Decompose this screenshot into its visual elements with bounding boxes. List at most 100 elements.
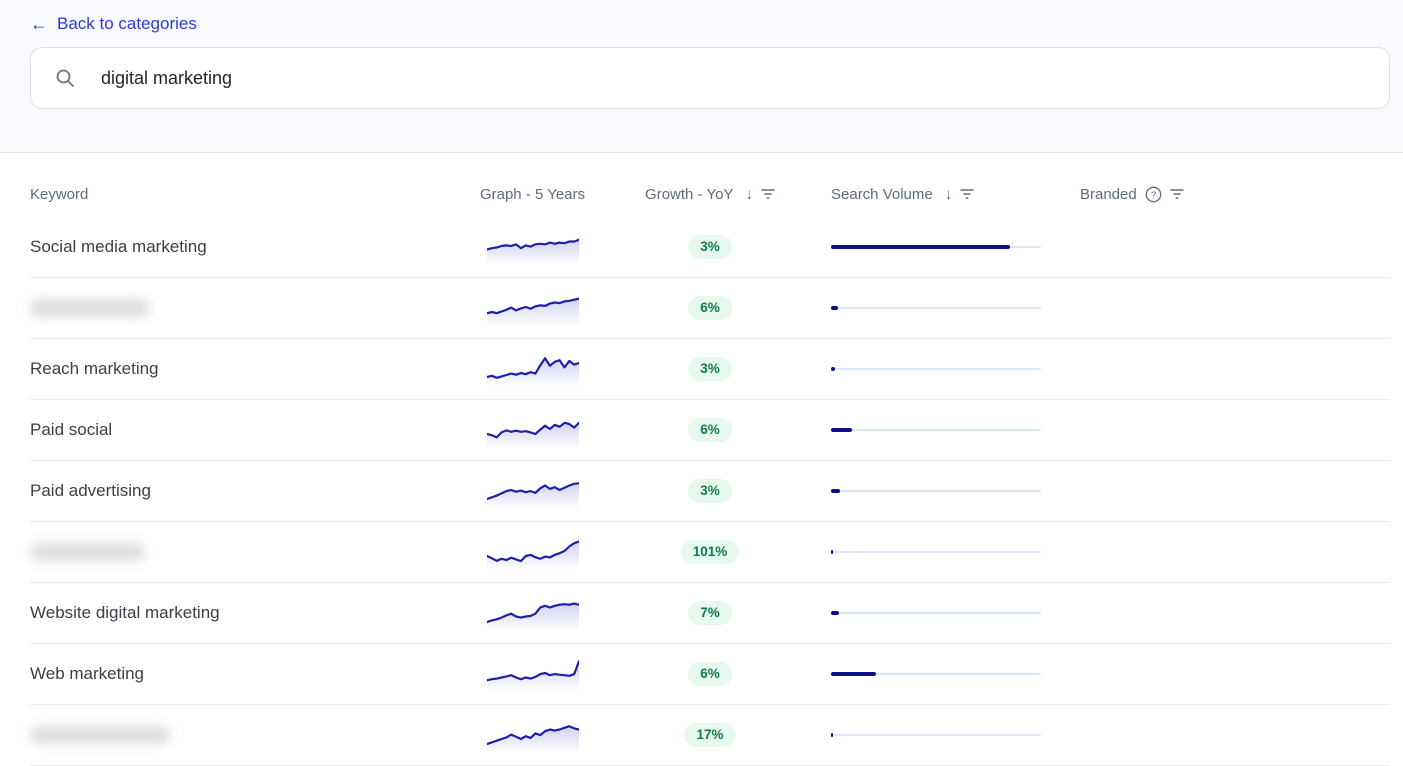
table-row[interactable]: 101% [30, 522, 1390, 583]
trend-sparkline [455, 534, 610, 570]
growth-badge: 7% [688, 601, 732, 625]
volume-cell [810, 489, 1050, 493]
trend-sparkline [455, 229, 610, 265]
volume-bar-fill [831, 489, 840, 493]
volume-bar-fill [831, 428, 852, 432]
volume-cell [810, 733, 1050, 737]
volume-header-label: Search Volume [831, 186, 933, 203]
column-header-keyword: Keyword [30, 186, 455, 203]
keyword-cell [30, 544, 455, 560]
volume-bar-fill [831, 245, 1010, 249]
trend-sparkline [455, 595, 610, 631]
arrow-left-icon: ← [30, 15, 48, 33]
top-section: ← Back to categories digital marketing [0, 0, 1403, 153]
sort-desc-icon[interactable]: ↓ [945, 187, 953, 202]
keyword-label: Social media marketing [30, 237, 207, 257]
volume-bar-track [831, 490, 1041, 492]
table-row[interactable]: 6% [30, 278, 1390, 339]
blurred-keyword [30, 300, 150, 316]
growth-header-label: Growth - YoY [645, 186, 733, 203]
filter-icon[interactable] [960, 188, 974, 200]
svg-text:?: ? [1151, 190, 1156, 201]
volume-cell [810, 550, 1050, 554]
volume-bar-fill [831, 733, 833, 737]
volume-cell [810, 672, 1050, 676]
trend-sparkline [455, 656, 610, 692]
growth-badge: 101% [681, 540, 740, 564]
growth-badge: 6% [688, 662, 732, 686]
column-header-volume: Search Volume ↓ [810, 186, 1050, 203]
trend-sparkline [455, 412, 610, 448]
table-body: Social media marketing 3% [30, 217, 1390, 766]
growth-cell: 6% [610, 296, 810, 320]
volume-cell [810, 306, 1050, 310]
volume-bar-fill [831, 611, 839, 615]
search-volume-bar [831, 367, 1041, 371]
growth-badge: 17% [684, 723, 735, 747]
keyword-cell [30, 300, 455, 316]
sort-desc-icon[interactable]: ↓ [745, 187, 753, 202]
volume-bar-track [831, 429, 1041, 431]
search-volume-bar [831, 428, 1041, 432]
keyword-label: Paid social [30, 420, 112, 440]
keyword-cell: Web marketing [30, 664, 455, 684]
volume-cell [810, 428, 1050, 432]
blurred-keyword [30, 727, 170, 743]
growth-badge: 3% [688, 479, 732, 503]
search-volume-bar [831, 306, 1041, 310]
column-header-growth: Growth - YoY ↓ [610, 186, 810, 203]
search-volume-bar [831, 550, 1041, 554]
volume-bar-track [831, 734, 1041, 736]
volume-bar-fill [831, 550, 833, 554]
table-row[interactable]: Website digital marketing 7% [30, 583, 1390, 644]
search-icon [55, 68, 75, 88]
graph-header-label: Graph - 5 Years [480, 186, 585, 203]
filter-icon[interactable] [1170, 188, 1184, 200]
search-volume-bar [831, 672, 1041, 676]
growth-cell: 3% [610, 357, 810, 381]
keyword-label: Web marketing [30, 664, 144, 684]
keyword-cell: Paid advertising [30, 481, 455, 501]
volume-bar-fill [831, 672, 876, 676]
volume-bar-track [831, 551, 1041, 553]
filter-icon[interactable] [761, 188, 775, 200]
growth-cell: 7% [610, 601, 810, 625]
table-row[interactable]: Reach marketing 3% [30, 339, 1390, 400]
table-header-row: Keyword Graph - 5 Years Growth - YoY ↓ S… [30, 153, 1390, 217]
growth-cell: 6% [610, 418, 810, 442]
keyword-cell: Paid social [30, 420, 455, 440]
keyword-cell: Social media marketing [30, 237, 455, 257]
keyword-cell: Website digital marketing [30, 603, 455, 623]
back-to-categories-link[interactable]: ← Back to categories [30, 14, 197, 34]
column-header-graph: Graph - 5 Years [455, 186, 610, 203]
trend-sparkline [455, 351, 610, 387]
growth-cell: 101% [610, 540, 810, 564]
keyword-cell [30, 727, 455, 743]
growth-cell: 6% [610, 662, 810, 686]
search-volume-bar [831, 245, 1041, 249]
growth-badge: 6% [688, 418, 732, 442]
trend-sparkline [455, 473, 610, 509]
volume-bar-fill [831, 306, 838, 310]
growth-cell: 17% [610, 723, 810, 747]
column-header-branded: Branded ? [1050, 186, 1390, 203]
table-row[interactable]: 17% [30, 705, 1390, 766]
volume-bar-track [831, 307, 1041, 309]
keyword-header-label: Keyword [30, 186, 88, 203]
table-row[interactable]: Social media marketing 3% [30, 217, 1390, 278]
table-row[interactable]: Paid social 6% [30, 400, 1390, 461]
volume-bar-track [831, 612, 1041, 614]
volume-bar-track [831, 368, 1041, 370]
growth-cell: 3% [610, 479, 810, 503]
search-value: digital marketing [101, 68, 232, 89]
help-icon[interactable]: ? [1145, 186, 1162, 203]
search-volume-bar [831, 611, 1041, 615]
search-volume-bar [831, 733, 1041, 737]
trend-sparkline [455, 290, 610, 326]
keyword-cell: Reach marketing [30, 359, 455, 379]
table-row[interactable]: Web marketing 6% [30, 644, 1390, 705]
table-row[interactable]: Paid advertising 3% [30, 461, 1390, 522]
search-input[interactable]: digital marketing [30, 47, 1390, 109]
growth-badge: 6% [688, 296, 732, 320]
trend-sparkline [455, 717, 610, 753]
